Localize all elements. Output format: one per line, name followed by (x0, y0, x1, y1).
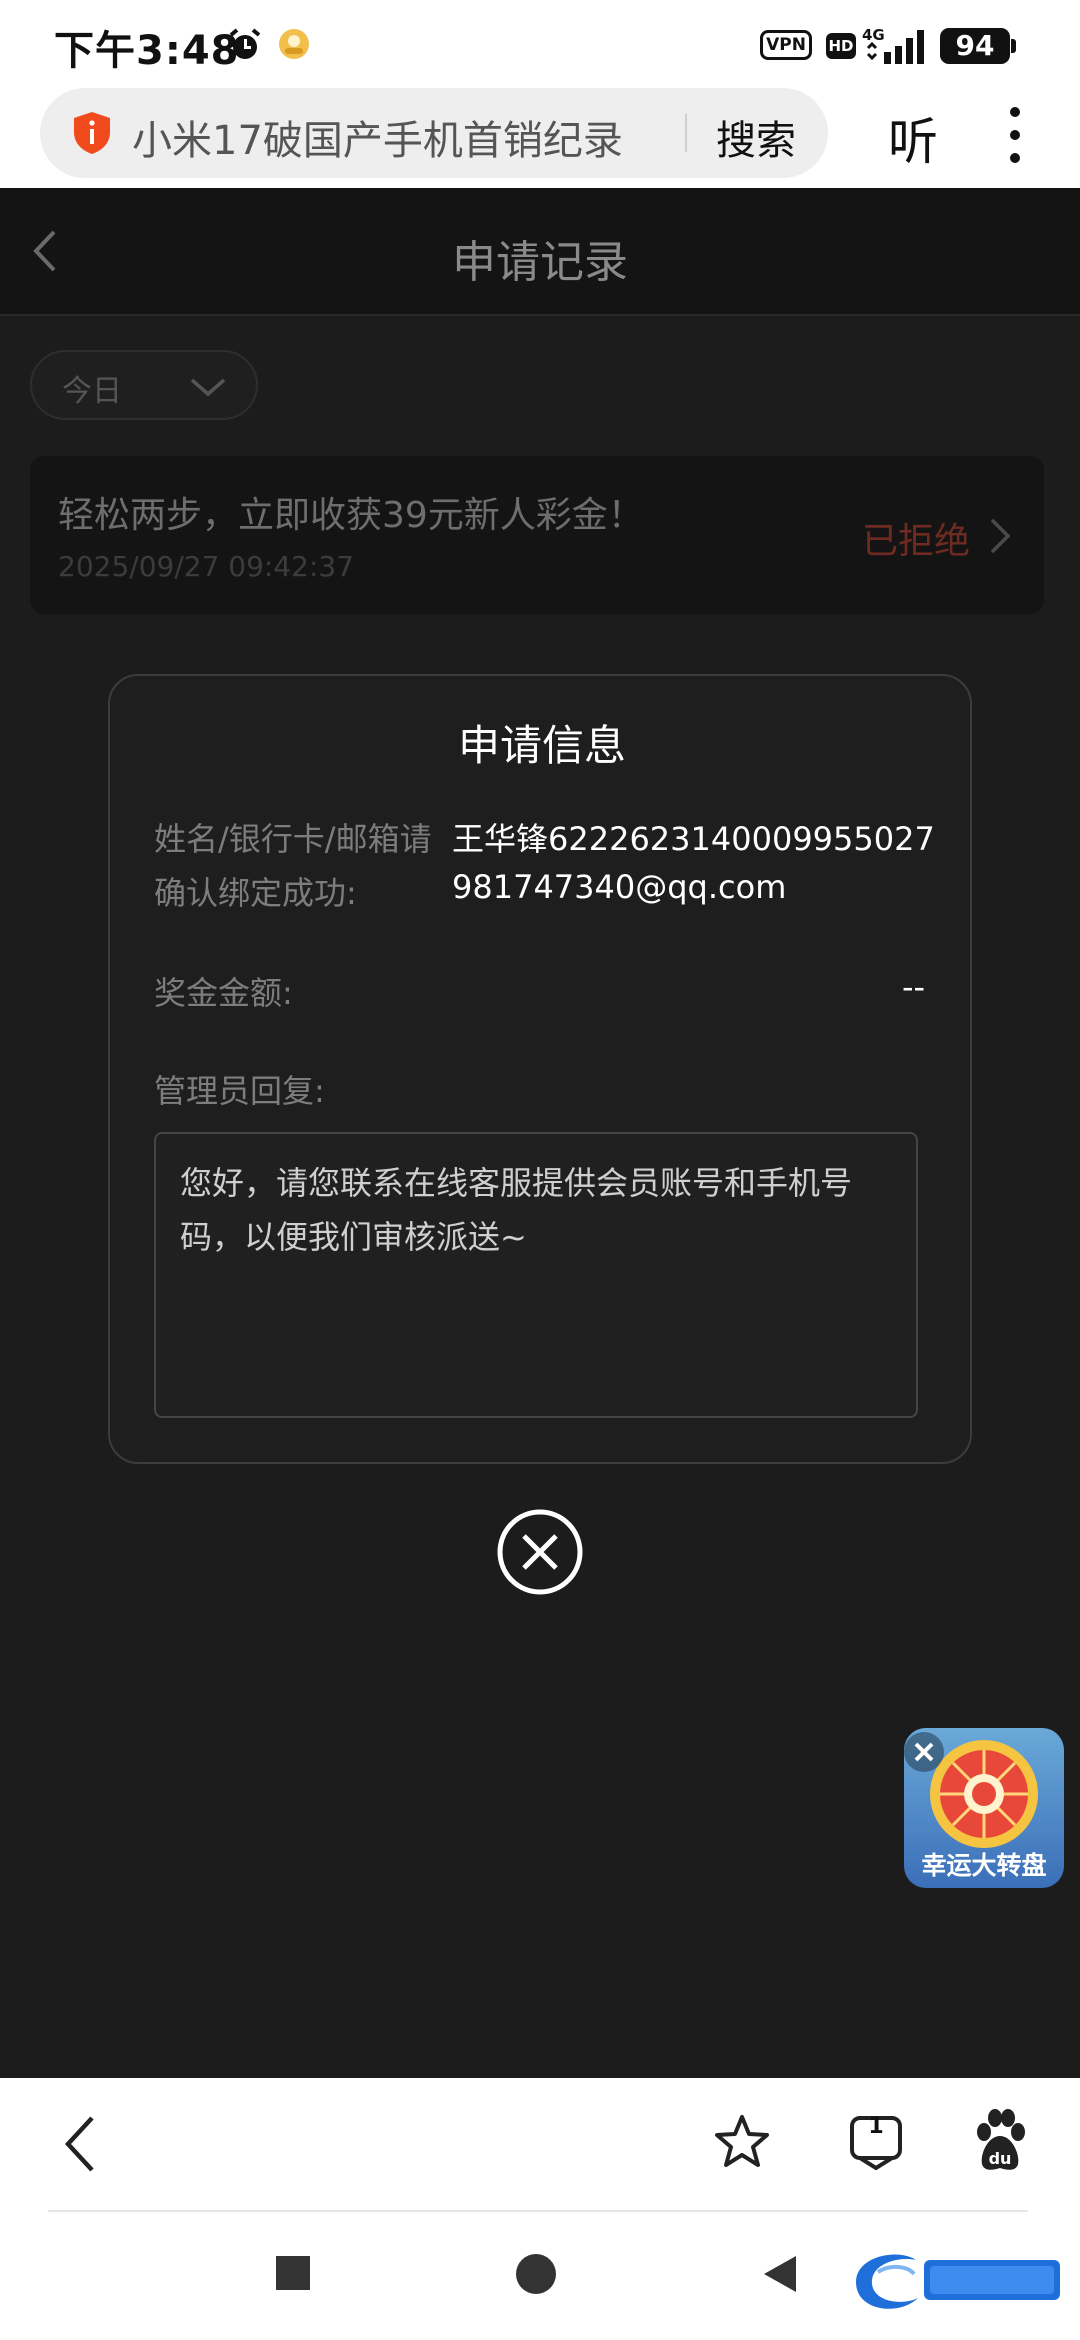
page-title: 申请记录 (452, 237, 628, 288)
amount-label: 奖金金额: (154, 974, 293, 1012)
battery-level: 94 (940, 28, 1010, 64)
close-icon[interactable] (904, 1732, 944, 1772)
chevron-right-icon (990, 518, 1011, 554)
record-title: 轻松两步，立即收获39元新人彩金！ (58, 495, 644, 536)
name-label: 姓名/银行卡/邮箱请 (154, 820, 432, 858)
record-status: 已拒绝 (862, 521, 971, 562)
email-value: 981747340@qq.com (452, 868, 787, 906)
admin-reply-text: 您好，请您联系在线客服提供会员账号和手机号码，以便我们审核派送~ (180, 1164, 853, 1256)
app-notification-icon (279, 29, 309, 59)
application-info-modal: 申请信息 姓名/银行卡/邮箱请 确认绑定成功: 王华锋6222623140009… (108, 674, 972, 1464)
date-filter-label: 今日 (62, 374, 122, 409)
svg-text:du: du (989, 2149, 1012, 2168)
home-button[interactable] (516, 2254, 556, 2294)
url-divider (685, 114, 687, 152)
status-time: 下午3:48 (54, 28, 240, 74)
close-modal-button[interactable] (496, 1508, 584, 1596)
url-text[interactable]: 小米17破国产手机首销纪录 (132, 108, 623, 166)
address-bar[interactable]: 小米17破国产手机首销纪录 搜索 (40, 88, 828, 178)
status-bar: 下午3:48 VPN HD 4G 94 (0, 0, 1080, 88)
more-menu-icon[interactable] (1000, 102, 1030, 168)
name-label-continued: 确认绑定成功: (154, 874, 357, 912)
signal-icon (866, 30, 924, 64)
browser-back-icon[interactable] (58, 2112, 102, 2176)
bookmark-star-icon[interactable] (712, 2112, 772, 2172)
amount-value: -- (902, 968, 926, 1006)
recents-button[interactable] (276, 2256, 310, 2290)
security-warning-icon[interactable] (70, 110, 114, 156)
admin-reply-label: 管理员回复: (154, 1072, 325, 1110)
search-button[interactable]: 搜索 (716, 108, 796, 166)
chevron-down-icon (190, 378, 226, 397)
system-navigation-bar (0, 2212, 1080, 2340)
name-card-value: 王华锋6222623140009955027 (452, 820, 935, 858)
watermark-logo (856, 2254, 1060, 2309)
modal-title: 申请信息 (457, 721, 626, 770)
lucky-wheel-label: 幸运大转盘 (921, 1851, 1047, 1880)
vpn-badge: VPN (760, 30, 812, 60)
alarm-icon (229, 28, 261, 59)
date-filter-dropdown[interactable]: 今日 (30, 350, 258, 420)
record-card[interactable]: 轻松两步，立即收获39元新人彩金！ 2025/09/27 09:42:37 已拒… (30, 456, 1044, 614)
admin-reply-box: 您好，请您联系在线客服提供会员账号和手机号码，以便我们审核派送~ (154, 1132, 918, 1418)
tab-count: 1 (868, 2114, 884, 2139)
browser-bar: 小米17破国产手机首销纪录 搜索 听 (0, 88, 1080, 188)
baidu-paw-icon[interactable]: du (970, 2108, 1030, 2174)
lucky-wheel-widget[interactable]: 幸运大转盘 (904, 1728, 1064, 1888)
page-header: 申请记录 (0, 188, 1080, 316)
listen-button[interactable]: 听 (888, 102, 938, 174)
system-back-icon[interactable] (760, 2252, 800, 2296)
hd-badge: HD (826, 33, 856, 59)
battery-tip (1011, 39, 1016, 53)
record-time: 2025/09/27 09:42:37 (58, 550, 355, 583)
browser-bottom-toolbar: 1 du (0, 2078, 1080, 2212)
